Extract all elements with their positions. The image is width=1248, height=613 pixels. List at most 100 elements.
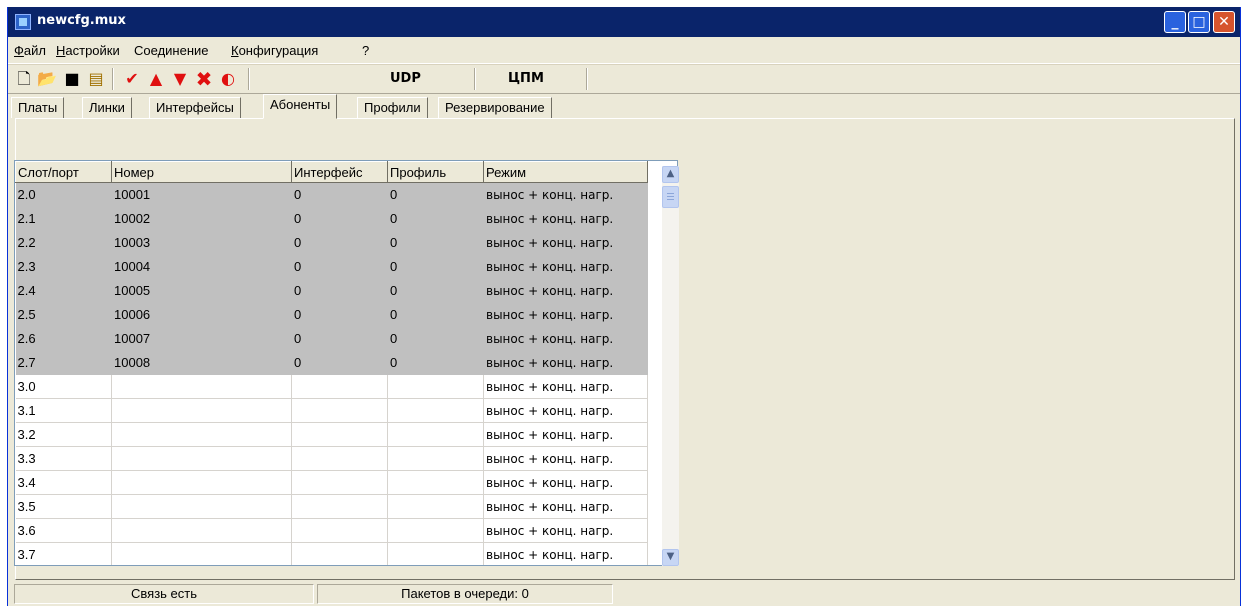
- cell-mode[interactable]: вынос + конц. нагр.: [483, 542, 648, 565]
- cell-interface[interactable]: 0: [291, 206, 388, 231]
- tab-subscribers[interactable]: Абоненты: [263, 94, 338, 119]
- properties-icon[interactable]: ▤: [86, 69, 106, 89]
- cell-slot[interactable]: 2.7: [15, 350, 112, 375]
- cell-slot[interactable]: 3.0: [15, 374, 112, 399]
- table-row[interactable]: 3.4 вынос + конц. нагр.: [15, 470, 648, 495]
- cell-number[interactable]: [111, 470, 292, 495]
- cell-profile[interactable]: 0: [387, 302, 484, 327]
- cell-slot[interactable]: 2.6: [15, 326, 112, 351]
- table-row[interactable]: 3.3 вынос + конц. нагр.: [15, 446, 648, 471]
- save-icon[interactable]: ■: [62, 69, 82, 89]
- cell-number[interactable]: 10006: [111, 302, 292, 327]
- cell-interface[interactable]: [291, 542, 388, 565]
- tab-links[interactable]: Линки: [82, 97, 132, 118]
- cell-interface[interactable]: 0: [291, 326, 388, 351]
- cpm-button[interactable]: ЦПМ: [508, 71, 544, 86]
- cell-number[interactable]: 10008: [111, 350, 292, 375]
- cell-profile[interactable]: [387, 542, 484, 565]
- cell-interface[interactable]: 0: [291, 230, 388, 255]
- table-row[interactable]: 2.3 10004 0 0 вынос + конц. нагр.: [15, 254, 648, 279]
- column-header-profile[interactable]: Профиль: [387, 161, 484, 183]
- table-row[interactable]: 3.0 вынос + конц. нагр.: [15, 374, 648, 399]
- cell-mode[interactable]: вынос + конц. нагр.: [483, 470, 648, 495]
- table-row[interactable]: 3.5 вынос + конц. нагр.: [15, 494, 648, 519]
- cell-slot[interactable]: 3.7: [15, 542, 112, 565]
- cell-profile[interactable]: 0: [387, 230, 484, 255]
- cell-profile[interactable]: 0: [387, 182, 484, 207]
- table-row[interactable]: 2.4 10005 0 0 вынос + конц. нагр.: [15, 278, 648, 303]
- cell-interface[interactable]: [291, 494, 388, 519]
- cell-slot[interactable]: 2.2: [15, 230, 112, 255]
- subscribers-grid[interactable]: Слот/порт Номер Интерфейс Профиль Режим …: [14, 160, 678, 566]
- cell-interface[interactable]: [291, 374, 388, 399]
- menu-connection[interactable]: Соединение: [134, 43, 209, 58]
- cell-profile[interactable]: [387, 398, 484, 423]
- check-icon[interactable]: ✔: [122, 69, 142, 89]
- table-row[interactable]: 2.1 10002 0 0 вынос + конц. нагр.: [15, 206, 648, 231]
- column-header-interface[interactable]: Интерфейс: [291, 161, 388, 183]
- cell-profile[interactable]: 0: [387, 326, 484, 351]
- cell-mode[interactable]: вынос + конц. нагр.: [483, 494, 648, 519]
- table-row[interactable]: 3.7 вынос + конц. нагр.: [15, 542, 648, 565]
- cell-profile[interactable]: [387, 374, 484, 399]
- cell-profile[interactable]: 0: [387, 254, 484, 279]
- new-document-icon[interactable]: 🗋: [14, 69, 34, 89]
- cell-slot[interactable]: 2.3: [15, 254, 112, 279]
- cell-mode[interactable]: вынос + конц. нагр.: [483, 230, 648, 255]
- table-row[interactable]: 3.2 вынос + конц. нагр.: [15, 422, 648, 447]
- arrow-up-icon[interactable]: ▲: [146, 69, 166, 89]
- arrow-down-icon[interactable]: ▼: [170, 69, 190, 89]
- tab-redundancy[interactable]: Резервирование: [438, 97, 552, 118]
- cell-mode[interactable]: вынос + конц. нагр.: [483, 350, 648, 375]
- cell-profile[interactable]: [387, 470, 484, 495]
- tab-boards[interactable]: Платы: [11, 97, 65, 118]
- cell-mode[interactable]: вынос + конц. нагр.: [483, 206, 648, 231]
- cell-mode[interactable]: вынос + конц. нагр.: [483, 254, 648, 279]
- cell-slot[interactable]: 2.4: [15, 278, 112, 303]
- udp-button[interactable]: UDP: [390, 71, 421, 86]
- cell-mode[interactable]: вынос + конц. нагр.: [483, 182, 648, 207]
- cell-profile[interactable]: 0: [387, 350, 484, 375]
- cell-number[interactable]: [111, 398, 292, 423]
- cell-mode[interactable]: вынос + конц. нагр.: [483, 302, 648, 327]
- menu-configuration[interactable]: Конфигурация: [231, 43, 318, 58]
- cell-slot[interactable]: 3.6: [15, 518, 112, 543]
- tab-interfaces[interactable]: Интерфейсы: [149, 97, 241, 118]
- table-row[interactable]: 2.5 10006 0 0 вынос + конц. нагр.: [15, 302, 648, 327]
- table-row[interactable]: 2.2 10003 0 0 вынос + конц. нагр.: [15, 230, 648, 255]
- cell-mode[interactable]: вынос + конц. нагр.: [483, 374, 648, 399]
- menu-settings[interactable]: Настройки: [56, 43, 120, 58]
- cell-mode[interactable]: вынос + конц. нагр.: [483, 446, 648, 471]
- menu-help[interactable]: ?: [362, 43, 369, 58]
- cell-interface[interactable]: 0: [291, 350, 388, 375]
- cell-slot[interactable]: 2.0: [15, 182, 112, 207]
- cell-profile[interactable]: 0: [387, 278, 484, 303]
- cell-interface[interactable]: [291, 446, 388, 471]
- table-row[interactable]: 3.6 вынос + конц. нагр.: [15, 518, 648, 543]
- cell-profile[interactable]: 0: [387, 206, 484, 231]
- app-icon[interactable]: [15, 14, 31, 30]
- cell-slot[interactable]: 3.5: [15, 494, 112, 519]
- cell-mode[interactable]: вынос + конц. нагр.: [483, 398, 648, 423]
- scroll-thumb[interactable]: [662, 186, 679, 208]
- cell-number[interactable]: 10001: [111, 182, 292, 207]
- table-row[interactable]: 2.6 10007 0 0 вынос + конц. нагр.: [15, 326, 648, 351]
- cell-slot[interactable]: 3.2: [15, 422, 112, 447]
- cell-number[interactable]: [111, 494, 292, 519]
- minimize-button[interactable]: _: [1164, 11, 1186, 33]
- open-folder-icon[interactable]: 📂: [37, 69, 57, 89]
- cell-slot[interactable]: 3.1: [15, 398, 112, 423]
- title-bar[interactable]: newcfg.mux _ □ ✕: [8, 7, 1240, 37]
- maximize-button[interactable]: □: [1188, 11, 1210, 33]
- cell-slot[interactable]: 3.4: [15, 470, 112, 495]
- delete-icon[interactable]: ✖: [194, 69, 214, 89]
- cell-slot[interactable]: 2.5: [15, 302, 112, 327]
- table-row[interactable]: 2.7 10008 0 0 вынос + конц. нагр.: [15, 350, 648, 375]
- close-button[interactable]: ✕: [1213, 11, 1235, 33]
- cell-interface[interactable]: 0: [291, 302, 388, 327]
- cell-slot[interactable]: 3.3: [15, 446, 112, 471]
- cell-mode[interactable]: вынос + конц. нагр.: [483, 518, 648, 543]
- cell-profile[interactable]: [387, 422, 484, 447]
- tab-profiles[interactable]: Профили: [357, 97, 428, 118]
- cell-interface[interactable]: [291, 470, 388, 495]
